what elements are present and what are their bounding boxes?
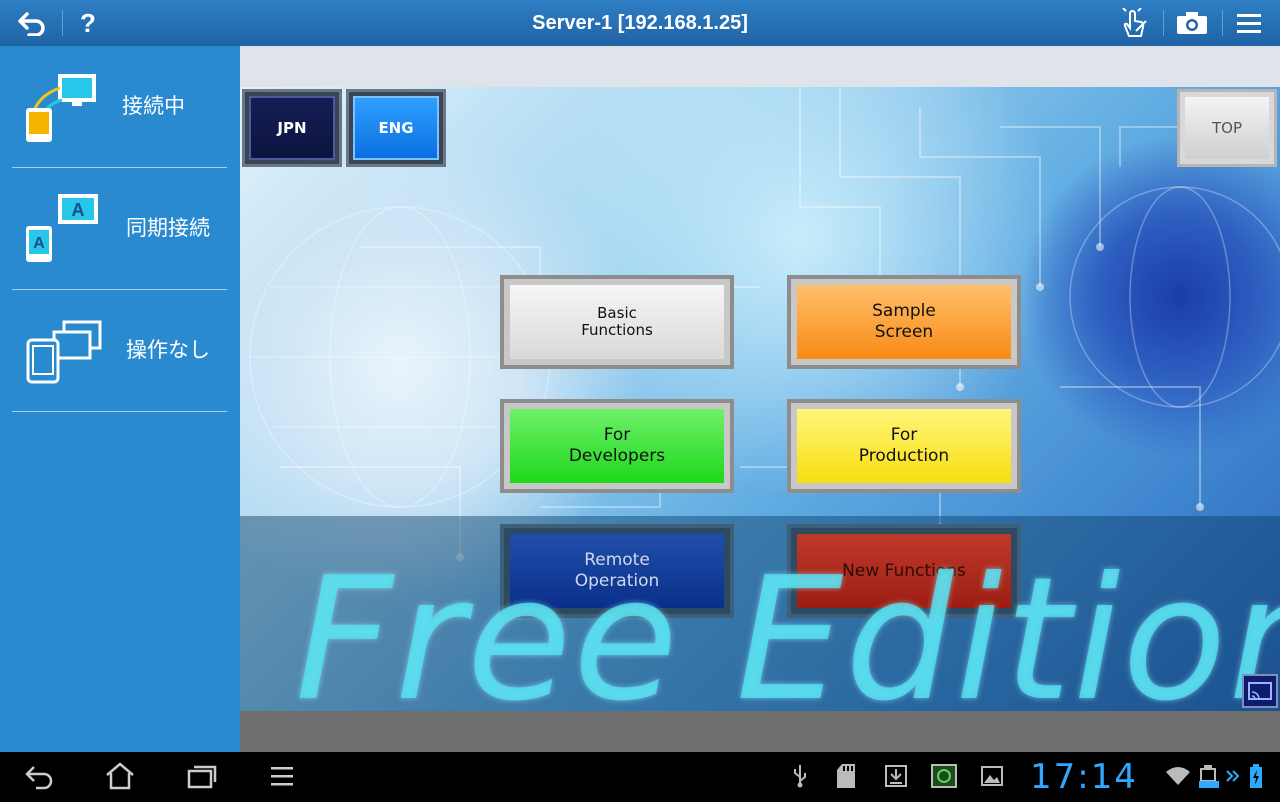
sidebar-item-label: 操作なし xyxy=(126,339,210,362)
toolbar-separator xyxy=(1222,10,1223,36)
sidebar-item-connected[interactable]: 接続中 xyxy=(12,46,227,168)
jpn-language-button[interactable]: JPN xyxy=(242,89,342,167)
nav-back-icon[interactable] xyxy=(22,752,58,800)
sidebar-item-label: 接続中 xyxy=(122,95,185,118)
action-bar: ? Server-1 [192.168.1.25] xyxy=(0,0,1280,47)
sample-screen-button[interactable]: Sample Screen xyxy=(787,275,1021,369)
top-strip xyxy=(240,46,1280,87)
toolbar-separator xyxy=(62,10,63,36)
button-label: Sample Screen xyxy=(797,285,1011,359)
eng-language-button[interactable]: ENG xyxy=(346,89,446,167)
eng-label: ENG xyxy=(353,96,439,160)
chevron-icon xyxy=(1224,752,1242,800)
camera-icon[interactable] xyxy=(1174,0,1210,46)
sd-card-icon xyxy=(834,752,858,800)
download-icon xyxy=(882,752,910,800)
sidebar: 接続中 A A 同期接続 操作なし xyxy=(0,46,240,752)
sidebar-item-label: 同期接続 xyxy=(126,217,210,240)
sidebar-item-sync-connection[interactable]: A A 同期接続 xyxy=(12,168,227,290)
for-production-button[interactable]: For Production xyxy=(787,399,1021,493)
back-arrow-icon[interactable] xyxy=(14,0,50,46)
battery-charging-icon xyxy=(1246,752,1266,800)
for-developers-button[interactable]: For Developers xyxy=(500,399,734,493)
nav-recents-icon[interactable] xyxy=(184,752,220,800)
button-label: For Developers xyxy=(510,409,724,483)
basic-functions-button[interactable]: Basic Functions xyxy=(500,275,734,369)
gallery-icon xyxy=(978,752,1006,800)
sidebar-item-no-operation[interactable]: 操作なし xyxy=(12,290,227,412)
jpn-label: JPN xyxy=(249,96,335,160)
usb-icon xyxy=(788,752,812,800)
button-label: Basic Functions xyxy=(510,285,724,359)
help-button[interactable]: ? xyxy=(74,0,102,46)
svg-text:A: A xyxy=(33,235,45,252)
free-edition-watermark: Free Edition xyxy=(295,541,1280,711)
window-title: Server-1 [192.168.1.25] xyxy=(532,12,748,34)
help-icon: ? xyxy=(80,7,96,38)
no-operation-icon xyxy=(24,314,104,386)
button-label: For Production xyxy=(797,409,1011,483)
overflow-menu-icon[interactable] xyxy=(1234,0,1264,46)
keyboard-battery-icon xyxy=(1196,752,1222,800)
toolbar-separator xyxy=(1163,10,1164,36)
nav-menu-icon[interactable] xyxy=(266,752,298,800)
nav-home-icon[interactable] xyxy=(102,752,138,800)
connected-devices-icon xyxy=(24,70,104,142)
sync-connection-icon: A A xyxy=(24,192,104,264)
system-nav-bar: 17:14 xyxy=(0,752,1280,800)
svg-text:A: A xyxy=(72,200,85,220)
wifi-icon xyxy=(1164,752,1192,800)
cast-screen-icon[interactable] xyxy=(1242,674,1278,708)
top-button[interactable]: TOP xyxy=(1177,89,1277,167)
hmi-screen[interactable]: JPN ENG TOP Basic Functions Sample Scree… xyxy=(240,87,1280,711)
remote-screen-area: JPN ENG TOP Basic Functions Sample Scree… xyxy=(240,46,1280,752)
clock: 17:14 xyxy=(1030,757,1138,797)
hand-touch-icon[interactable] xyxy=(1118,0,1150,46)
screenshot-icon xyxy=(928,752,960,800)
top-label: TOP xyxy=(1185,97,1269,159)
